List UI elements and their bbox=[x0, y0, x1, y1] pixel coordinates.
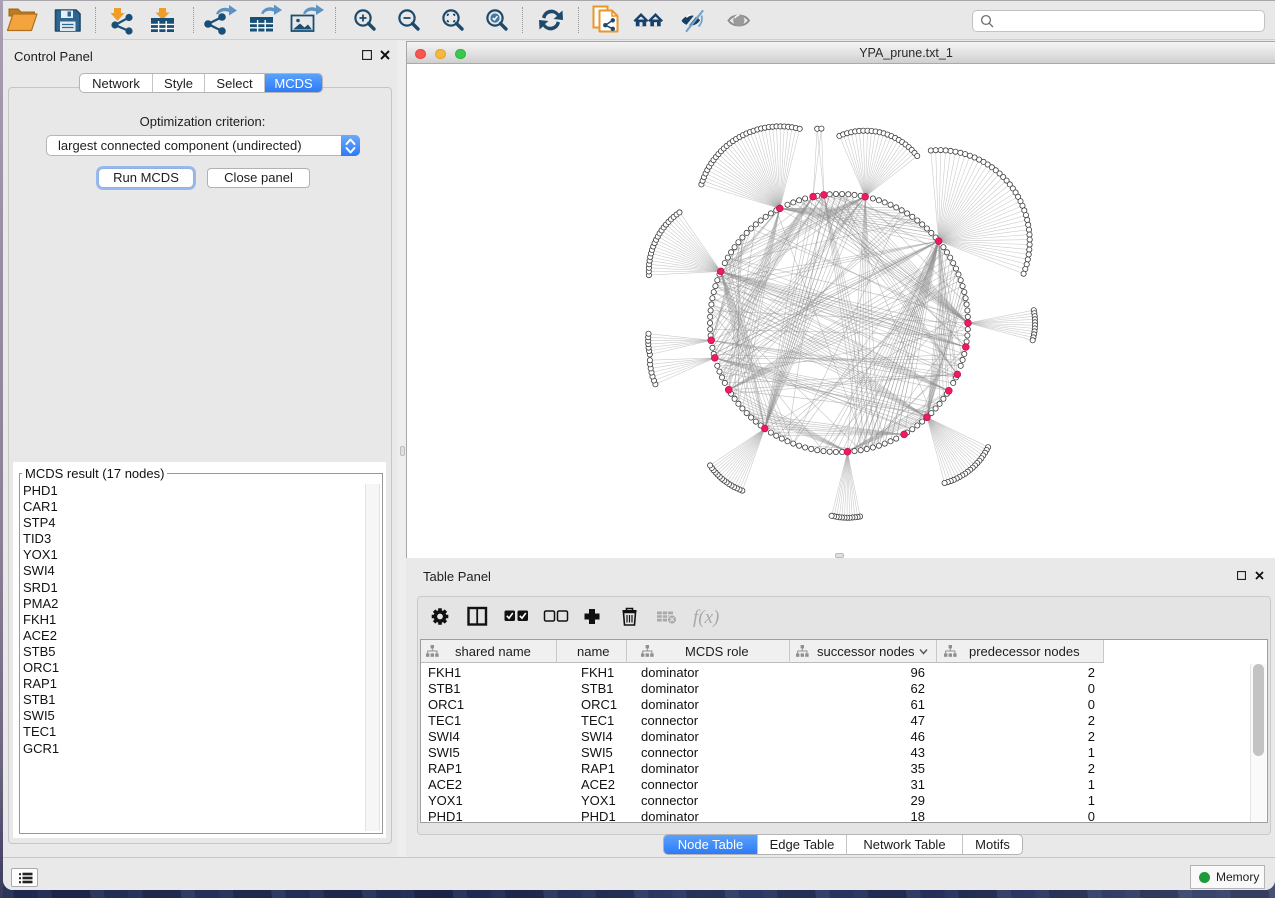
svg-text:f(x): f(x) bbox=[693, 607, 719, 628]
